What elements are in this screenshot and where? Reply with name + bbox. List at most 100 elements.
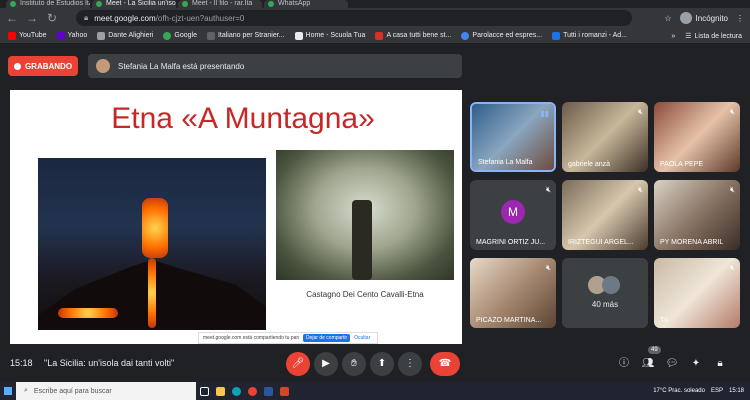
- reload-icon[interactable]: ↻: [44, 10, 60, 26]
- volcano-image: [38, 158, 266, 330]
- reading-list-label: Lista de lectura: [694, 32, 742, 40]
- bookmark-romanzi[interactable]: Tutti i romanzi - Ad...: [552, 31, 627, 40]
- mic-off-icon: 🔇︎: [637, 107, 643, 116]
- browser-tab[interactable]: Meet - Il filo - rar.Ita: [178, 0, 262, 8]
- participant-tile[interactable]: 🔇︎ PY MORENA ABRIL: [654, 180, 740, 250]
- bookmark-youtube[interactable]: YouTube: [8, 31, 47, 40]
- more-participants-tile[interactable]: 40 más: [562, 258, 648, 328]
- share-notification-bar: meet.google.com está compartiendo tu pan…: [198, 332, 378, 344]
- back-icon[interactable]: ←: [4, 10, 20, 26]
- record-dot-icon: [13, 62, 21, 70]
- task-view-icon[interactable]: [196, 382, 212, 400]
- more-bookmarks-icon[interactable]: »: [671, 33, 675, 40]
- lock-icon: 🔒︎: [84, 13, 89, 22]
- url-field[interactable]: 🔒︎ meet.google.com/ofh-cjzt-uen?authuser…: [76, 10, 632, 26]
- present-button[interactable]: ⬆: [370, 352, 394, 376]
- browser-tab[interactable]: WhatsApp: [264, 0, 348, 8]
- bookmark-scuola[interactable]: Home - Scuola Tua: [294, 31, 365, 40]
- start-button[interactable]: [0, 382, 16, 400]
- mic-off-icon: 🔇︎: [637, 185, 643, 194]
- mic-off-icon: 🔇︎: [545, 185, 551, 194]
- browser-tab-active[interactable]: Meet - La Sicilia un'isola dai: [92, 0, 176, 8]
- bookmark-google[interactable]: Google: [163, 31, 197, 40]
- slide-title: Etna «A Muntagna»: [111, 102, 375, 135]
- participant-name: PICAZO MARTINA...: [476, 317, 542, 324]
- bookmark-label: YouTube: [19, 32, 47, 39]
- share-bar-text: meet.google.com está compartiendo tu pan…: [203, 335, 299, 341]
- weather-widget[interactable]: 17°C Prac. soleado: [653, 388, 705, 394]
- bookmark-italiano[interactable]: Italiano per Stranier...: [206, 31, 285, 40]
- presenter-banner-text: Stefania La Malfa está presentando: [118, 61, 245, 71]
- forward-icon[interactable]: →: [24, 10, 40, 26]
- file-explorer-icon[interactable]: [212, 382, 228, 400]
- participant-avatar: [602, 276, 620, 294]
- participant-name: Tú: [660, 317, 669, 324]
- people-icon[interactable]: 👥︎: [640, 356, 656, 372]
- profile-button[interactable]: Incógnito: [679, 12, 728, 24]
- youtube-icon: [8, 31, 16, 40]
- host-controls-icon[interactable]: 🔒︎: [712, 356, 728, 372]
- speaking-icon: ▮▮: [540, 109, 549, 118]
- language-indicator[interactable]: ESP: [711, 388, 723, 394]
- profile-label: Incógnito: [695, 13, 728, 23]
- url-path: /ofh-cjzt-uen?authuser=0: [155, 13, 245, 23]
- participants-count-badge: 49: [648, 346, 661, 354]
- page-icon: [294, 31, 303, 40]
- participant-tile[interactable]: ▮▮ Stefania La Malfa: [470, 102, 556, 172]
- more-options-button[interactable]: ⋮: [398, 352, 422, 376]
- participant-name: PAOLA PEPE: [660, 161, 704, 168]
- activities-icon[interactable]: ✦: [688, 356, 704, 372]
- participant-tile[interactable]: 🔇︎ PICAZO MARTINA...: [470, 258, 556, 328]
- hide-button[interactable]: Ocultar: [354, 335, 370, 341]
- powerpoint-icon[interactable]: [276, 382, 292, 400]
- google-icon: [163, 31, 172, 40]
- shared-screen: Etna «A Muntagna» Castagno Dei Cento Cav…: [10, 90, 462, 344]
- page-icon: [206, 31, 215, 40]
- tree-trunk: [352, 200, 372, 280]
- reading-list-icon: ☰: [685, 33, 692, 40]
- browser-tab[interactable]: Instituto de Estudios Italianos: [6, 0, 90, 8]
- bookmark-parolacce[interactable]: Parolacce ed espres...: [461, 31, 542, 40]
- star-icon[interactable]: ☆: [664, 14, 671, 23]
- chrome-icon[interactable]: [244, 382, 260, 400]
- mic-off-icon: 🔇︎: [729, 185, 735, 194]
- bookmark-label: Yahoo: [67, 32, 88, 39]
- yahoo-icon: [56, 31, 65, 40]
- reading-list-button[interactable]: ☰ Lista de lectura: [685, 32, 742, 41]
- participant-tile[interactable]: 🔇︎ IRIZTEGUI ARGEL...: [562, 180, 648, 250]
- recording-badge: GRABANDO: [8, 56, 78, 76]
- incognito-icon: [679, 12, 692, 24]
- word-icon[interactable]: [260, 382, 276, 400]
- bookmark-label: A casa tutti bene st...: [386, 32, 452, 39]
- bookmark-yahoo[interactable]: Yahoo: [56, 31, 88, 40]
- bookmark-label: Italiano per Stranier...: [217, 32, 285, 39]
- chat-icon[interactable]: 💬︎: [664, 356, 680, 372]
- participant-tile[interactable]: 🔇︎ gabriele anzà: [562, 102, 648, 172]
- participant-name: PY MORENA ABRIL: [660, 239, 724, 246]
- mic-off-icon: 🔇︎: [729, 107, 735, 116]
- taskbar-search[interactable]: ⌕ Escribe aquí para buscar: [16, 382, 196, 400]
- windows-icon: [4, 387, 12, 395]
- edge-icon[interactable]: [228, 382, 244, 400]
- participant-tile[interactable]: 🔇︎ PAOLA PEPE: [654, 102, 740, 172]
- recording-label: GRABANDO: [24, 61, 73, 71]
- address-bar: ← → ↻ 🔒︎ meet.google.com/ofh-cjzt-uen?au…: [0, 8, 750, 28]
- meeting-title: "La Sicilia: un'isola dai tanti volti": [44, 358, 175, 368]
- info-icon[interactable]: ⓘ: [616, 356, 632, 372]
- participant-tile[interactable]: M 🔇︎ MAGRINI ORTIZ JU...: [470, 180, 556, 250]
- bookmark-acasa[interactable]: A casa tutti bene st...: [375, 31, 452, 40]
- page-icon: [97, 31, 106, 40]
- bookmark-dante[interactable]: Dante Alighieri: [97, 31, 153, 40]
- search-icon: ⌕: [24, 387, 28, 394]
- stop-sharing-button[interactable]: Dejar de compartir: [303, 334, 351, 342]
- participant-name: MAGRINI ORTIZ JU...: [476, 239, 546, 246]
- mic-off-icon: 🔇︎: [545, 263, 551, 272]
- presenter-banner: Stefania La Malfa está presentando: [88, 54, 462, 78]
- menu-icon[interactable]: ⋮: [736, 14, 744, 23]
- taskbar-clock[interactable]: 15:18: [729, 387, 744, 395]
- self-tile[interactable]: 🔇︎ Tú: [654, 258, 740, 328]
- raise-hand-button[interactable]: ✋︎: [342, 352, 366, 376]
- leave-call-button[interactable]: ☎: [430, 352, 460, 376]
- camera-toggle-button[interactable]: ▶: [314, 352, 338, 376]
- mic-toggle-button[interactable]: 🎤︎: [286, 352, 310, 376]
